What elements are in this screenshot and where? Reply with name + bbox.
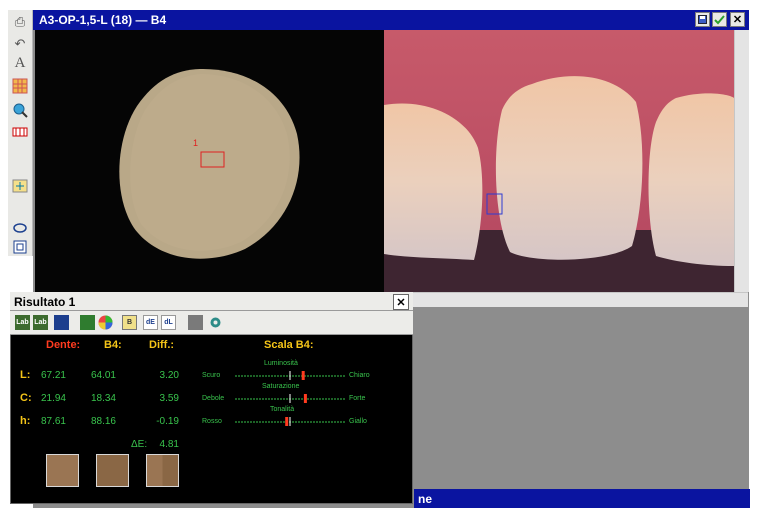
- save-icon[interactable]: [695, 12, 710, 27]
- text-tool-icon[interactable]: A: [10, 54, 30, 73]
- cell-dente-l: 67.21: [40, 370, 66, 381]
- header-diff: Diff.:: [149, 339, 175, 351]
- swatch-b4: [96, 454, 129, 487]
- scale-right-l: Chiaro: [349, 372, 370, 379]
- scale-bar-l: [235, 371, 345, 380]
- scale-marker-c: [303, 394, 307, 403]
- grid-icon[interactable]: [54, 315, 69, 330]
- cell-diff-l: 3.20: [159, 370, 179, 381]
- swatch-compare: [146, 454, 179, 487]
- scale-left-l: Scuro: [202, 372, 221, 379]
- grid-tool-icon[interactable]: [10, 76, 30, 95]
- shade-tab-icon[interactable]: B: [122, 315, 137, 330]
- close-icon[interactable]: ✕: [393, 294, 409, 310]
- scale-bar-c: [235, 394, 345, 403]
- scale-marker-l: [301, 371, 305, 380]
- rectangle-tool-icon[interactable]: [10, 237, 30, 256]
- lab-icon[interactable]: Lab: [15, 315, 30, 330]
- lab-compare-icon[interactable]: Lab: [33, 315, 48, 330]
- scale-right-h: Giallo: [349, 418, 367, 425]
- print-icon[interactable]: ⎙: [10, 12, 30, 31]
- swatch-dente: [46, 454, 79, 487]
- cell-dente-c: 21.94: [40, 393, 66, 404]
- scale-marker-h: [285, 417, 289, 426]
- result-toolbar: Lab Lab B dE dL: [10, 311, 413, 335]
- window-title: A3-OP-1,5-L (18) — B4: [39, 13, 167, 27]
- result-panel-titlebar: Risultato 1 ✕: [10, 292, 413, 311]
- measure-marker-label: 1: [193, 138, 198, 148]
- result-panel-title: Risultato 1: [14, 295, 76, 309]
- color-wheel-icon[interactable]: [98, 315, 113, 330]
- header-scala: Scala B4:: [264, 339, 314, 351]
- list-icon[interactable]: [80, 315, 95, 330]
- delta-e-value: 4.81: [159, 439, 179, 450]
- cell-dente-h: 87.61: [40, 416, 66, 427]
- scale-title-c: Saturazione: [262, 383, 300, 390]
- print-icon[interactable]: [188, 315, 203, 330]
- cell-b4-h: 88.16: [90, 416, 116, 427]
- check-icon[interactable]: [712, 12, 727, 27]
- undo-icon[interactable]: ↶: [10, 34, 30, 53]
- add-area-icon[interactable]: [10, 176, 30, 195]
- left-toolbar: ⎙ ↶ A: [8, 10, 33, 256]
- window-titlebar: A3-OP-1,5-L (18) — B4 ✕: [33, 10, 749, 30]
- scale-title-h: Tonalità: [270, 406, 295, 413]
- tooth-image[interactable]: [384, 30, 734, 292]
- scale-title-l: Luminosità: [264, 360, 298, 367]
- scale-left-c: Debole: [202, 395, 225, 402]
- cell-diff-h: -0.19: [156, 416, 179, 427]
- cell-b4-l: 64.01: [90, 370, 116, 381]
- cell-b4-c: 18.34: [90, 393, 116, 404]
- header-dente: Dente:: [46, 339, 81, 351]
- delta-e-icon[interactable]: dE: [143, 315, 158, 330]
- sample-image[interactable]: 1: [35, 30, 384, 292]
- close-icon[interactable]: ✕: [730, 12, 745, 27]
- header-b4: B4:: [104, 339, 122, 351]
- scale-left-h: Rosso: [202, 418, 222, 425]
- ellipse-tool-icon[interactable]: [10, 218, 30, 237]
- info-bar: ne: [414, 489, 750, 508]
- info-bar-text: ne: [418, 492, 433, 506]
- scale-right-c: Forte: [349, 395, 366, 402]
- horizontal-scrollbar[interactable]: [384, 292, 748, 307]
- vertical-scrollbar[interactable]: [734, 30, 749, 292]
- measure-icon[interactable]: [10, 122, 30, 141]
- settings-icon[interactable]: [208, 315, 223, 330]
- scale-bar-h: [235, 417, 345, 426]
- magnifier-icon[interactable]: [10, 100, 30, 119]
- cell-diff-c: 3.59: [159, 393, 179, 404]
- delta-l-icon[interactable]: dL: [161, 315, 176, 330]
